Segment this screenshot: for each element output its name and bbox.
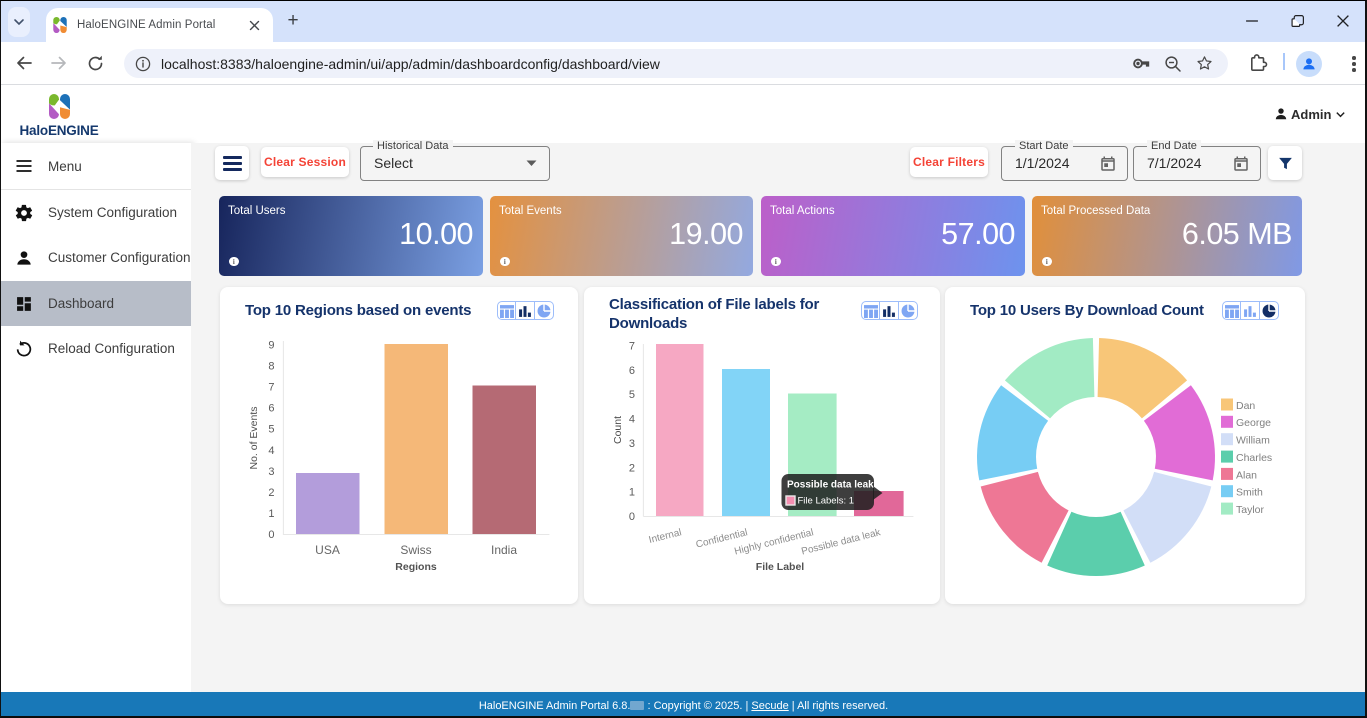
svg-text:0: 0 bbox=[629, 511, 635, 523]
svg-text:File Labels: 1: File Labels: 1 bbox=[798, 496, 855, 507]
svg-text:1: 1 bbox=[268, 508, 274, 520]
svg-text:No. of Events: No. of Events bbox=[248, 406, 260, 469]
svg-text:6: 6 bbox=[268, 403, 274, 415]
svg-text:8: 8 bbox=[268, 361, 274, 373]
svg-text:India: India bbox=[491, 543, 517, 557]
svg-text:3: 3 bbox=[268, 466, 274, 478]
svg-text:Internal: Internal bbox=[648, 527, 683, 546]
svg-text:9: 9 bbox=[268, 340, 274, 352]
svg-text:0: 0 bbox=[268, 529, 274, 541]
svg-text:1: 1 bbox=[629, 487, 635, 499]
svg-text:2: 2 bbox=[629, 462, 635, 474]
svg-text:File Label: File Label bbox=[756, 561, 805, 573]
svg-text:5: 5 bbox=[268, 424, 274, 436]
svg-text:Alan: Alan bbox=[1236, 469, 1257, 481]
svg-text:USA: USA bbox=[315, 543, 340, 557]
svg-text:4: 4 bbox=[268, 445, 274, 457]
svg-text:7: 7 bbox=[268, 382, 274, 394]
svg-text:Taylor: Taylor bbox=[1236, 504, 1265, 516]
svg-text:2: 2 bbox=[268, 487, 274, 499]
svg-text:William: William bbox=[1236, 435, 1270, 447]
svg-text:Swiss: Swiss bbox=[400, 543, 431, 557]
svg-text:Smith: Smith bbox=[1236, 487, 1263, 499]
svg-text:Charles: Charles bbox=[1236, 452, 1272, 464]
svg-text:3: 3 bbox=[629, 438, 635, 450]
svg-text:George: George bbox=[1236, 417, 1271, 429]
svg-text:5: 5 bbox=[629, 389, 635, 401]
svg-text:7: 7 bbox=[629, 341, 635, 353]
svg-text:Possible data leak: Possible data leak bbox=[787, 480, 874, 491]
svg-text:Regions: Regions bbox=[395, 561, 437, 573]
svg-text:6: 6 bbox=[629, 365, 635, 377]
svg-text:4: 4 bbox=[629, 414, 635, 426]
svg-text:Dan: Dan bbox=[1236, 400, 1255, 412]
svg-text:Count: Count bbox=[612, 416, 624, 444]
